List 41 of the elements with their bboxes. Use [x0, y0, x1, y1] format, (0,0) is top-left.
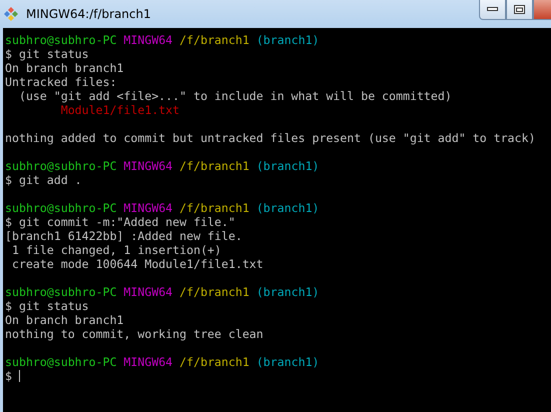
- command-line: $ git add .: [5, 173, 82, 187]
- diamond-logo-icon: [3, 6, 19, 22]
- user-host: subhro@subhro-PC: [5, 33, 117, 47]
- branch-name: (branch1): [256, 33, 320, 47]
- command-line: $ git status: [5, 299, 89, 313]
- shell-name: MINGW64: [124, 159, 173, 173]
- user-host: subhro@subhro-PC: [5, 355, 117, 369]
- working-path: /f/branch1: [180, 33, 250, 47]
- user-host: subhro@subhro-PC: [5, 159, 117, 173]
- output-line: 1 file changed, 1 insertion(+): [10, 243, 222, 257]
- shell-name: MINGW64: [124, 201, 173, 215]
- output-line: create mode 100644 Module1/file1.txt: [10, 257, 264, 271]
- output-line: nothing added to commit but untracked files present (use "git add" to track): [5, 131, 536, 145]
- working-path: /f/branch1: [180, 285, 250, 299]
- working-path: /f/branch1: [180, 201, 250, 215]
- command-line: $ git status: [5, 47, 89, 61]
- output-line: On branch branch1: [5, 313, 124, 327]
- branch-name: (branch1): [256, 355, 320, 369]
- output-line: On branch branch1: [5, 61, 124, 75]
- output-line: (use "git add <file>..." to include in what will be committed): [18, 89, 452, 103]
- shell-name: MINGW64: [124, 33, 173, 47]
- maximize-button[interactable]: [506, 0, 533, 20]
- user-host: subhro@subhro-PC: [5, 285, 117, 299]
- maximize-icon: [514, 5, 525, 14]
- minimize-icon: [487, 7, 498, 12]
- user-host: subhro@subhro-PC: [5, 201, 117, 215]
- branch-name: (branch1): [256, 285, 320, 299]
- minimize-button[interactable]: [479, 0, 506, 20]
- command-line: $ git commit -m:"Added new file.": [5, 215, 236, 229]
- working-path: /f/branch1: [180, 159, 250, 173]
- branch-name: (branch1): [256, 159, 320, 173]
- output-line: [branch1 61422bb] :Added new file.: [5, 229, 242, 243]
- prompt-symbol: $: [5, 369, 12, 383]
- shell-name: MINGW64: [124, 355, 173, 369]
- shell-name: MINGW64: [124, 285, 173, 299]
- working-path: /f/branch1: [180, 355, 250, 369]
- window-title: MINGW64:/f/branch1: [26, 7, 152, 21]
- output-line: nothing to commit, working tree clean: [5, 327, 264, 341]
- output-line: Untracked files:: [5, 75, 117, 89]
- branch-name: (branch1): [256, 201, 320, 215]
- untracked-file: Module1/file1.txt: [60, 103, 180, 117]
